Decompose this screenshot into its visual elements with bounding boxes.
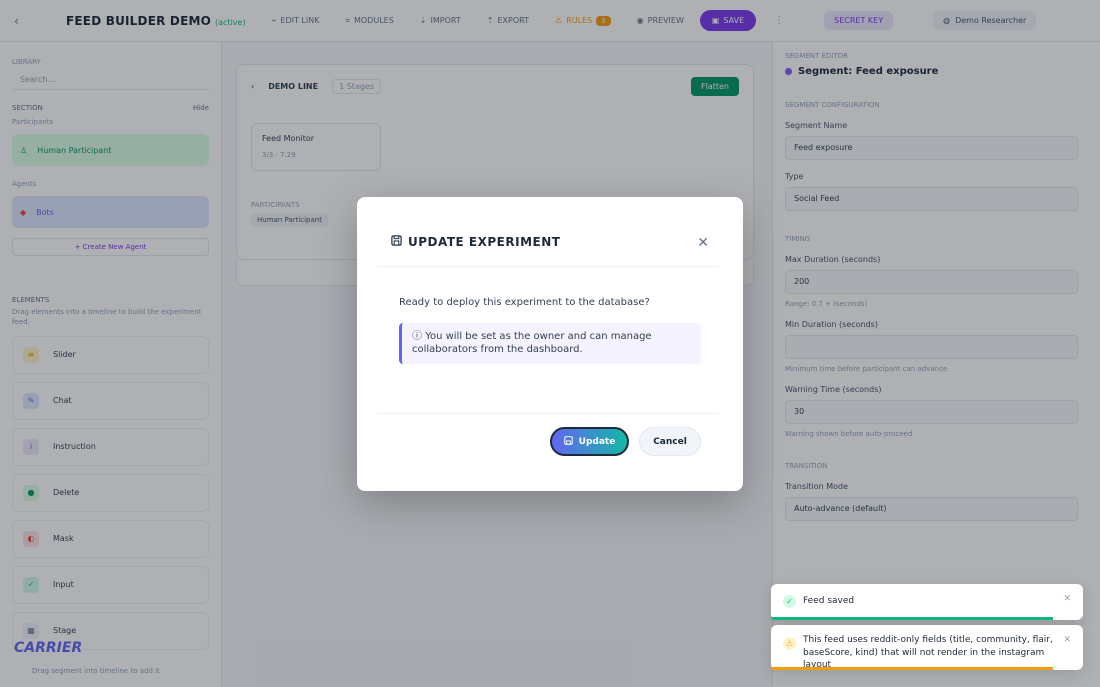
close-icon[interactable]: ✕ xyxy=(1063,594,1071,604)
toast-success-text: Feed saved xyxy=(803,596,855,606)
modal-header: UPDATE EXPERIMENT ✕ xyxy=(377,197,719,267)
cancel-button[interactable]: Cancel xyxy=(639,427,701,456)
toast-warning-progress xyxy=(771,667,1053,670)
save-icon xyxy=(391,235,402,249)
close-icon[interactable]: ✕ xyxy=(1063,635,1071,645)
update-button[interactable]: Update xyxy=(550,427,629,456)
update-experiment-modal: UPDATE EXPERIMENT ✕ Ready to deploy this… xyxy=(357,197,743,491)
close-icon[interactable]: ✕ xyxy=(697,235,709,251)
modal-footer-divider xyxy=(377,413,719,414)
warning-icon: ⚠ xyxy=(783,637,796,650)
modal-title-text: UPDATE EXPERIMENT xyxy=(408,235,561,249)
check-icon: ✓ xyxy=(783,595,796,608)
modal-question: Ready to deploy this experiment to the d… xyxy=(399,297,650,308)
modal-title: UPDATE EXPERIMENT xyxy=(391,235,560,249)
toast-success: ✓ Feed saved ✕ xyxy=(771,584,1083,620)
info-icon: ⓘ xyxy=(412,331,422,342)
update-label: Update xyxy=(578,436,616,447)
toast-warning: ⚠ This feed uses reddit-only fields (tit… xyxy=(771,625,1083,670)
toast-success-progress xyxy=(771,617,1053,620)
info-callout: ⓘ You will be set as the owner and can m… xyxy=(399,323,701,364)
save-icon xyxy=(563,435,573,448)
info-text: You will be set as the owner and can man… xyxy=(412,331,652,355)
